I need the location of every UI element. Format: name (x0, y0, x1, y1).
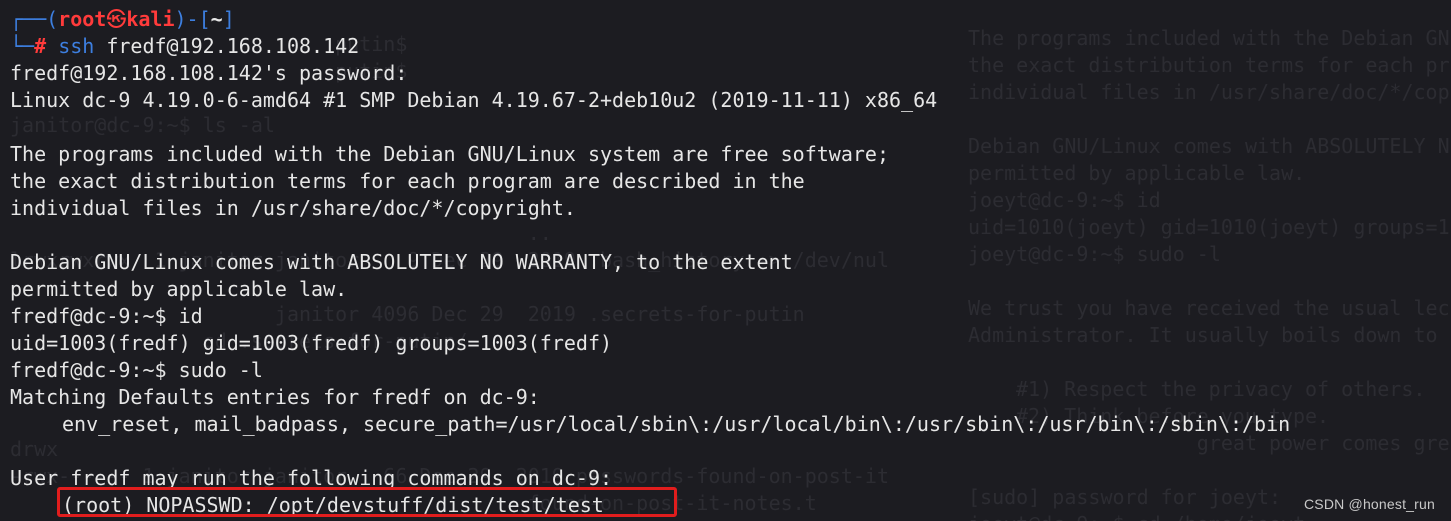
skull-icon: ㉿ (106, 7, 127, 31)
output-line-blank-2 (10, 222, 1290, 249)
output-line-blank-3 (10, 438, 1290, 465)
output-line-motd-4: Debian GNU/Linux comes with ABSOLUTELY N… (10, 250, 793, 274)
prompt-command-line[interactable]: └─# ssh fredf@192.168.108.142 (10, 33, 1290, 60)
output-line-motd-3: individual files in /usr/share/doc/*/cop… (10, 196, 576, 220)
prompt-user: root (58, 7, 107, 31)
prompt-cwd: ~ (210, 7, 223, 31)
output-line-sudo-defaults: env_reset, mail_badpass, secure_path=/us… (62, 412, 1291, 436)
output-line-motd-5: permitted by applicable law. (10, 277, 348, 301)
output-line-blank-1 (10, 114, 1290, 141)
prompt-hash: # (34, 34, 47, 58)
terminal-output[interactable]: ┌──(root㉿kali)-[~] └─# ssh fredf@192.168… (10, 6, 1290, 519)
output-line-motd-2: the exact distribution terms for each pr… (10, 169, 805, 193)
prompt-frame-close: ] (222, 7, 235, 31)
command-name: ssh (58, 34, 95, 58)
prompt-host: kali (126, 7, 175, 31)
output-line-uname-banner: Linux dc-9 4.19.0-6-amd64 #1 SMP Debian … (10, 88, 938, 112)
output-line-sudo-nopasswd: (root) NOPASSWD: /opt/devstuff/dist/test… (62, 493, 604, 517)
prompt-top-line: ┌──(root㉿kali)-[~] (10, 6, 1290, 33)
output-line-sudo-commands-header: User fredf may run the following command… (10, 466, 613, 490)
prompt-frame-mid: )-[ (174, 7, 211, 31)
output-line-password-prompt: fredf@192.168.108.142's password: (10, 61, 408, 85)
output-line-motd-1: The programs included with the Debian GN… (10, 142, 889, 166)
output-line-cmd-id: fredf@dc-9:~$ id (10, 304, 203, 328)
command-args: fredf@192.168.108.142 (94, 34, 360, 58)
terminal-window[interactable]: putin$ putin$ janitor@dc-9:~$ ls -al .. … (0, 0, 1451, 521)
output-lines: fredf@192.168.108.142's password: Linux d… (10, 60, 1290, 519)
output-line-sudo-defaults-header: Matching Defaults entries for fredf on d… (10, 385, 540, 409)
prompt-frame-open: ┌──( (10, 7, 59, 31)
watermark: CSDN @honest_run (1303, 496, 1435, 512)
output-line-cmd-sudo: fredf@dc-9:~$ sudo -l (10, 358, 263, 382)
output-line-id-output: uid=1003(fredf) gid=1003(fredf) groups=1… (10, 331, 613, 355)
prompt-frame-bottom: └─ (10, 34, 35, 58)
